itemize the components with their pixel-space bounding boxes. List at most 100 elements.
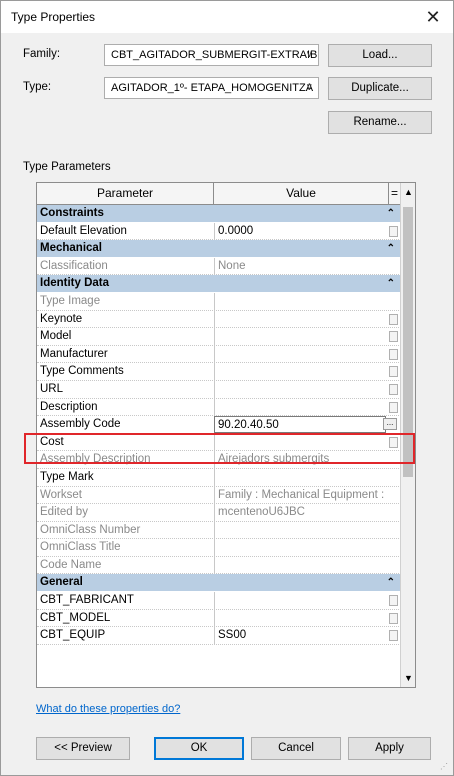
associate-parameter-button[interactable] (389, 225, 398, 237)
parameter-name: Default Elevation (40, 224, 127, 237)
parameter-name: Model (40, 330, 72, 343)
dialog-title: Type Properties (11, 10, 96, 24)
assembly-code-highlight (24, 433, 415, 464)
grid-header: Parameter Value = (37, 183, 415, 205)
associate-parameter-button[interactable] (389, 612, 398, 624)
parameter-row[interactable]: Code Name (37, 556, 401, 575)
group-header-row[interactable]: General ⌃ (37, 574, 401, 593)
group-header-row[interactable]: Identity Data ⌃ (37, 275, 401, 293)
parameter-value (214, 521, 386, 539)
parameter-row[interactable]: CBT_EQUIP SS00 (37, 627, 401, 645)
associate-parameter-button[interactable] (389, 401, 398, 413)
parameter-row[interactable]: OmniClass Number (37, 521, 401, 540)
scroll-up-icon[interactable]: ▲ (401, 187, 415, 197)
parameter-row[interactable]: URL (37, 380, 401, 399)
parameter-value[interactable]: SS00 (214, 627, 386, 645)
column-header-parameter[interactable]: Parameter (37, 183, 214, 204)
associate-parameter-button[interactable] (389, 595, 398, 607)
parameter-value[interactable] (214, 592, 386, 610)
parameter-name: Edited by (40, 506, 88, 519)
group-header-row[interactable]: Constraints ⌃ (37, 205, 401, 223)
help-link[interactable]: What do these properties do? (36, 703, 180, 715)
parameter-row[interactable]: OmniClass Title (37, 539, 401, 557)
parameter-row[interactable]: Edited by mcentenoU6JBC (37, 504, 401, 522)
group-title: General (40, 576, 83, 589)
parameter-name: CBT_FABRICANT (40, 594, 134, 607)
type-parameters-label: Type Parameters (23, 161, 111, 173)
parameter-rows: Constraints ⌃ Default Elevation 0.0000 Mecha… (37, 205, 401, 645)
browse-button[interactable]: ... (383, 418, 397, 431)
parameter-value[interactable]: 0.0000 (214, 222, 386, 240)
parameter-row[interactable]: Type Comments (37, 363, 401, 381)
associate-parameter-button[interactable] (389, 331, 398, 343)
associate-parameter-button[interactable] (389, 383, 398, 395)
assembly-code-value[interactable]: 90.20.40.50 (214, 416, 386, 434)
ok-button[interactable]: OK (154, 737, 244, 760)
parameter-name: Classification (40, 259, 108, 272)
parameter-name: OmniClass Number (40, 523, 141, 536)
parameter-name: Assembly Code (40, 418, 121, 431)
parameter-value: mcentenoU6JBC (214, 504, 386, 522)
parameter-name: Workset (40, 488, 82, 501)
parameter-name: Keynote (40, 312, 83, 325)
associate-parameter-button[interactable] (389, 348, 398, 360)
parameter-row[interactable]: Keynote (37, 310, 401, 329)
parameter-name: Manufacturer (40, 347, 108, 360)
associate-parameter-button[interactable] (389, 313, 398, 325)
preview-button[interactable]: << Preview (36, 737, 130, 760)
parameter-name: Description (40, 400, 98, 413)
parameter-name: CBT_MODEL (40, 611, 111, 624)
type-label: Type: (23, 81, 52, 93)
group-title: Constraints (40, 207, 104, 219)
parameter-value[interactable] (214, 380, 386, 398)
family-select-value: CBT_AGITADOR_SUBMERGIT-EXTRAIBI (111, 49, 319, 61)
parameter-value (214, 292, 386, 310)
collapse-icon[interactable]: ⌃ (387, 574, 395, 591)
parameter-row[interactable]: Model (37, 328, 401, 346)
rename-button[interactable]: Rename... (328, 111, 432, 134)
column-header-value[interactable]: Value (214, 183, 389, 204)
family-select[interactable]: CBT_AGITADOR_SUBMERGIT-EXTRAIBI ∨ (104, 44, 319, 66)
parameter-row[interactable]: Workset Family : Mechanical Equipment : C (37, 486, 401, 505)
parameter-row[interactable]: CBT_FABRICANT (37, 592, 401, 610)
parameter-row[interactable]: Assembly Code 90.20.40.50... (37, 416, 401, 434)
collapse-icon[interactable]: ⌃ (387, 275, 395, 292)
parameter-row[interactable]: Default Elevation 0.0000 (37, 222, 401, 241)
apply-button[interactable]: Apply (348, 737, 431, 760)
parameter-value[interactable] (214, 310, 386, 328)
parameter-row[interactable]: Type Image (37, 292, 401, 311)
parameter-value: Family : Mechanical Equipment : C (214, 486, 386, 504)
duplicate-button[interactable]: Duplicate... (328, 77, 432, 100)
associate-parameter-button[interactable] (389, 630, 398, 642)
type-select[interactable]: AGITADOR_1º- ETAPA_HOMOGENITZA ∨ (104, 77, 319, 99)
collapse-icon[interactable]: ⌃ (387, 240, 395, 257)
load-button[interactable]: Load... (328, 44, 432, 67)
title-bar: Type Properties ✕ (1, 1, 453, 33)
parameter-value[interactable] (214, 363, 386, 381)
parameter-row[interactable]: Type Mark (37, 468, 401, 487)
group-header-row[interactable]: Mechanical ⌃ (37, 240, 401, 258)
parameter-value[interactable] (214, 345, 386, 363)
chevron-down-icon: ∨ (305, 82, 313, 93)
parameter-name: Type Image (40, 294, 101, 307)
parameter-name: Code Name (40, 558, 102, 571)
resize-grip-icon[interactable]: ⋰ (440, 762, 450, 772)
collapse-icon[interactable]: ⌃ (387, 205, 395, 222)
close-icon[interactable]: ✕ (421, 5, 445, 29)
parameter-row[interactable]: Description (37, 398, 401, 417)
parameter-value (214, 556, 386, 574)
cancel-button[interactable]: Cancel (251, 737, 341, 760)
parameter-value[interactable] (214, 609, 386, 627)
scroll-down-icon[interactable]: ▼ (401, 673, 415, 683)
parameter-row[interactable]: Manufacturer (37, 345, 401, 364)
group-title: Identity Data (40, 277, 110, 290)
parameter-row[interactable]: CBT_MODEL (37, 609, 401, 628)
associate-parameter-button[interactable] (389, 366, 398, 378)
parameter-value[interactable] (214, 398, 386, 416)
parameter-value[interactable] (214, 328, 386, 346)
family-label: Family: (23, 48, 61, 60)
parameter-value[interactable] (214, 468, 386, 486)
parameter-row[interactable]: Classification None (37, 257, 401, 276)
type-select-value: AGITADOR_1º- ETAPA_HOMOGENITZA (111, 82, 314, 94)
group-title: Mechanical (40, 242, 102, 255)
